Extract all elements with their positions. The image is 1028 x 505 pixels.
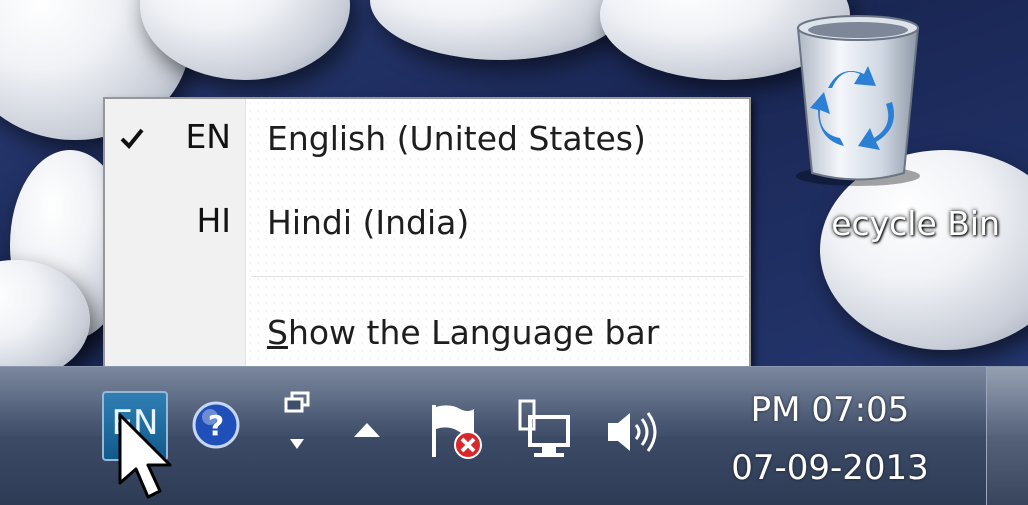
mouse-cursor-icon bbox=[118, 413, 172, 499]
language-code: HI bbox=[196, 201, 231, 240]
wallpaper-egg bbox=[370, 0, 630, 60]
recycle-bin-label: ecycle Bin bbox=[831, 204, 1000, 243]
network-icon[interactable] bbox=[516, 397, 576, 463]
svg-text:?: ? bbox=[208, 409, 224, 442]
checkmark-icon bbox=[120, 128, 144, 149]
language-context-menu: EN English (United States) HI Hindi (Ind… bbox=[103, 97, 751, 371]
menu-item-hindi[interactable]: HI Hindi (India) bbox=[105, 185, 749, 263]
recycle-bin-shortcut[interactable]: ecycle Bin bbox=[740, 8, 1028, 248]
recycle-bin-icon bbox=[796, 15, 920, 186]
menu-separator bbox=[251, 276, 743, 278]
action-center-flag-icon[interactable] bbox=[428, 403, 488, 463]
language-name: English (United States) bbox=[267, 119, 646, 158]
show-hidden-icons-arrow[interactable] bbox=[352, 419, 382, 441]
language-code: EN bbox=[185, 117, 231, 156]
accelerator-key: S bbox=[267, 313, 288, 352]
volume-icon[interactable] bbox=[604, 407, 664, 457]
show-language-bar-text: how the Language bar bbox=[287, 313, 660, 352]
show-language-bar-label: Show the Language bar bbox=[267, 313, 659, 352]
menu-item-show-language-bar[interactable]: Show the Language bar bbox=[105, 295, 749, 373]
menu-item-english[interactable]: EN English (United States) bbox=[105, 101, 749, 179]
taskbar-clock[interactable]: PM 07:05 07-09-2013 bbox=[700, 381, 960, 497]
help-icon[interactable]: ? bbox=[190, 399, 242, 451]
show-desktop-button[interactable] bbox=[986, 367, 1028, 505]
language-name: Hindi (India) bbox=[267, 203, 470, 242]
clock-time: PM 07:05 bbox=[750, 390, 910, 430]
window-switch-icon[interactable] bbox=[282, 389, 312, 459]
clock-date: 07-09-2013 bbox=[731, 448, 929, 488]
